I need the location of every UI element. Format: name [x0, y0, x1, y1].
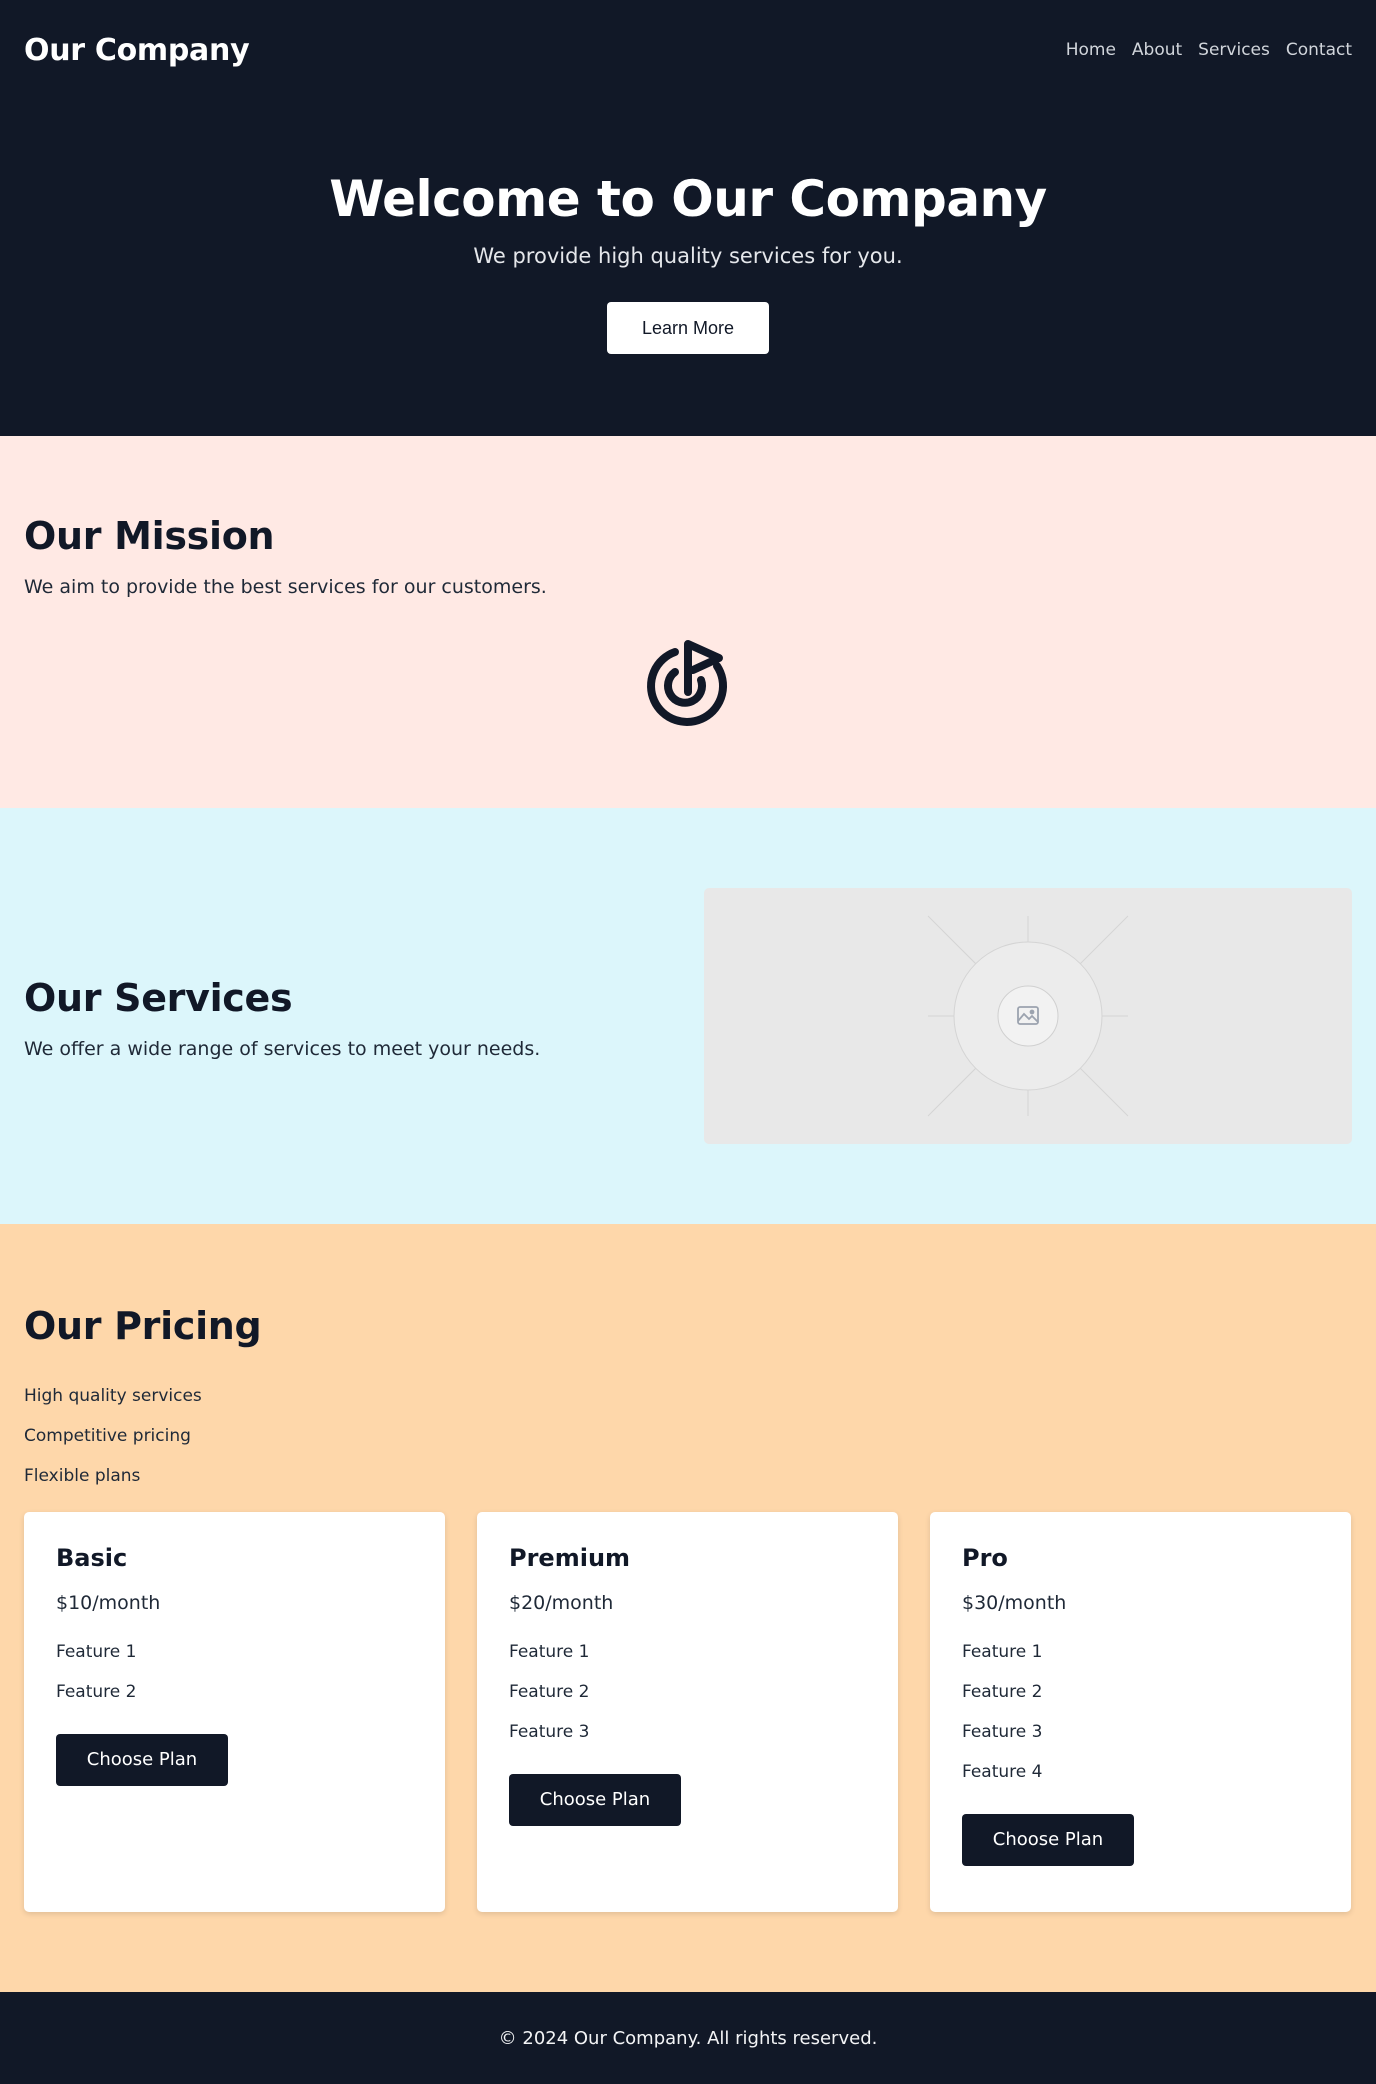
services-text-block: Our Services We offer a wide range of se…: [24, 976, 540, 1060]
feature-item: Feature 3: [509, 1722, 590, 1742]
site-footer: © 2024 Our Company. All rights reserved.: [0, 1992, 1376, 2084]
plan-price: $10/month: [56, 1592, 161, 1614]
learn-more-button[interactable]: Learn More: [607, 302, 769, 354]
main-nav: Home About Services Contact: [1066, 40, 1352, 60]
services-title: Our Services: [24, 976, 293, 1020]
choose-plan-basic-button[interactable]: Choose Plan: [56, 1734, 228, 1786]
pricing-section: Our Pricing High quality services Compet…: [0, 1224, 1376, 1992]
feature-item: Feature 1: [509, 1642, 590, 1662]
plan-name: Pro: [962, 1544, 1008, 1572]
hero-title: Welcome to Our Company: [329, 170, 1047, 228]
image-placeholder-graphic: [927, 915, 1129, 1117]
plan-name: Premium: [509, 1544, 631, 1572]
pricing-title: Our Pricing: [24, 1304, 262, 1348]
target-flag-icon: [645, 636, 731, 728]
pricing-cards: Basic $10/month Feature 1 Feature 2 Choo…: [24, 1512, 1351, 1912]
choose-plan-pro-button[interactable]: Choose Plan: [962, 1814, 1134, 1866]
plan-card-premium: Premium $20/month Feature 1 Feature 2 Fe…: [477, 1512, 898, 1912]
feature-item: Feature 1: [56, 1642, 137, 1662]
hero-content: Welcome to Our Company We provide high q…: [0, 100, 1376, 354]
mission-title: Our Mission: [24, 514, 275, 558]
mission-section: Our Mission We aim to provide the best s…: [0, 436, 1376, 808]
mission-text: We aim to provide the best services for …: [24, 576, 547, 598]
plan-price: $20/month: [509, 1592, 614, 1614]
plan-price: $30/month: [962, 1592, 1067, 1614]
list-item: High quality services: [24, 1386, 202, 1406]
nav-about-link[interactable]: About: [1132, 40, 1182, 60]
plan-card-basic: Basic $10/month Feature 1 Feature 2 Choo…: [24, 1512, 445, 1912]
feature-item: Feature 1: [962, 1642, 1043, 1662]
services-section: Our Services We offer a wide range of se…: [0, 808, 1376, 1224]
pricing-highlights: High quality services Competitive pricin…: [24, 1386, 1352, 1506]
choose-plan-premium-button[interactable]: Choose Plan: [509, 1774, 681, 1826]
nav-home-link[interactable]: Home: [1066, 40, 1116, 60]
plan-features: Feature 1 Feature 2: [56, 1642, 413, 1722]
hero-subtitle: We provide high quality services for you…: [473, 244, 903, 268]
nav-services-link[interactable]: Services: [1198, 40, 1270, 60]
plan-card-pro: Pro $30/month Feature 1 Feature 2 Featur…: [930, 1512, 1351, 1912]
feature-item: Feature 2: [509, 1682, 590, 1702]
feature-item: Feature 2: [962, 1682, 1043, 1702]
services-text: We offer a wide range of services to mee…: [24, 1038, 541, 1060]
hero-section: Our Company Home About Services Contact …: [0, 0, 1376, 436]
list-item: Competitive pricing: [24, 1426, 191, 1446]
feature-item: Feature 2: [56, 1682, 137, 1702]
feature-item: Feature 3: [962, 1722, 1043, 1742]
plan-features: Feature 1 Feature 2 Feature 3 Feature 4: [962, 1642, 1319, 1802]
copyright-text: © 2024 Our Company. All rights reserved.: [498, 2027, 878, 2049]
brand-logo[interactable]: Our Company: [24, 33, 250, 68]
nav-contact-link[interactable]: Contact: [1286, 40, 1352, 60]
list-item: Flexible plans: [24, 1466, 141, 1486]
services-image: [704, 888, 1352, 1144]
plan-name: Basic: [56, 1544, 128, 1572]
feature-item: Feature 4: [962, 1762, 1043, 1782]
plan-features: Feature 1 Feature 2 Feature 3: [509, 1642, 866, 1762]
top-navbar: Our Company Home About Services Contact: [0, 0, 1376, 100]
